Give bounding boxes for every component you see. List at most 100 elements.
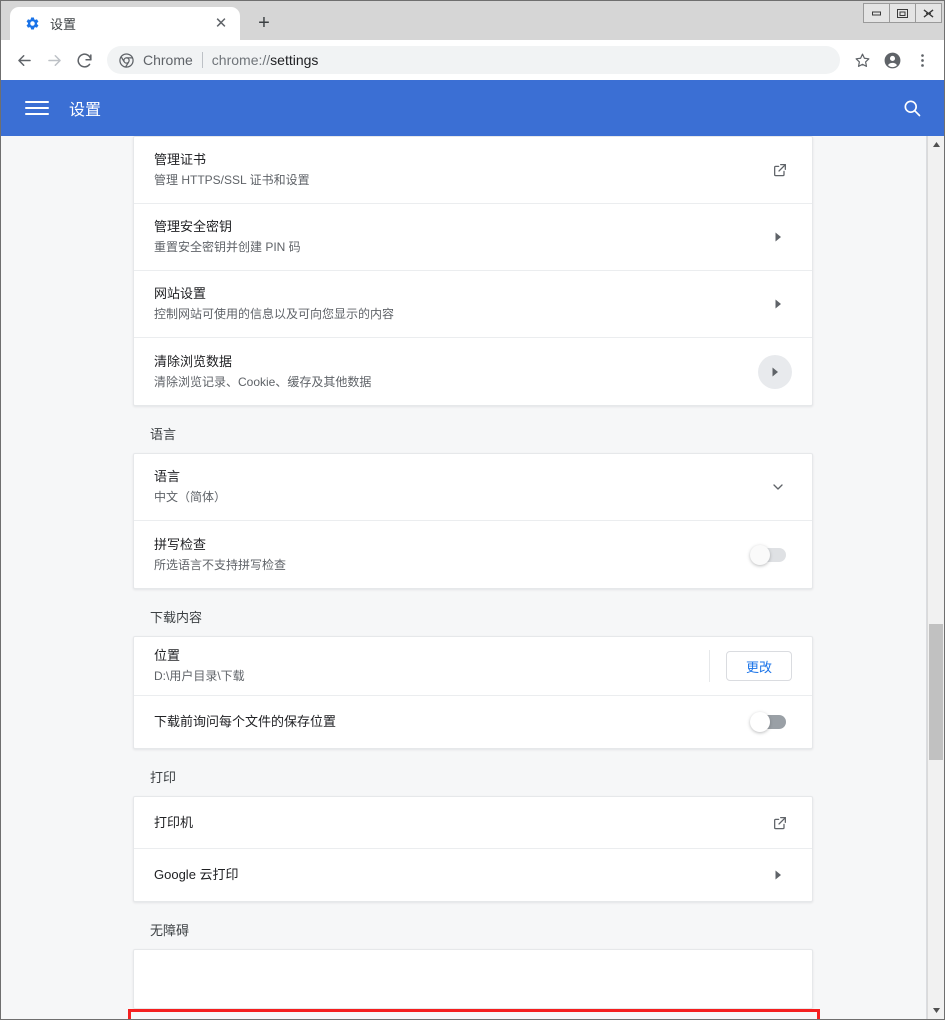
languages-card: 语言 中文（简体） 拼写检查 所选语言不支持拼写检查 [133,453,813,589]
row-action[interactable] [750,712,786,732]
vertical-scrollbar[interactable] [927,136,944,1019]
omnibox-url-path: settings [270,52,319,68]
row-title: 拼写检查 [154,536,207,552]
close-button[interactable] [915,3,942,23]
external-link-icon[interactable] [768,158,792,182]
row-action[interactable] [768,811,792,835]
settings-gear-icon [24,16,40,32]
settings-row-ask-where-to-save[interactable]: 下载前询问每个文件的保存位置 [134,696,812,748]
privacy-card: 管理证书 管理 HTTPS/SSL 证书和设置 管理安全密钥 重置安全密钥并创建… [133,136,813,406]
row-subtitle: 清除浏览记录、Cookie、缓存及其他数据 [154,374,372,389]
settings-row-download-location[interactable]: 位置 D:\用户目录\下载 更改 [134,637,812,696]
ask-where-to-save-toggle[interactable] [750,712,786,732]
chevron-right-icon[interactable] [764,861,792,889]
forward-button[interactable] [39,45,69,75]
chevron-right-icon[interactable] [764,290,792,318]
spellcheck-toggle [750,544,786,565]
omnibox-url: chrome://settings [212,52,319,68]
change-download-location-button[interactable]: 更改 [726,651,792,681]
omnibox-url-scheme: chrome:// [211,52,271,68]
row-title: 打印机 [154,814,194,830]
row-text: 管理证书 管理 HTTPS/SSL 证书和设置 [154,141,754,199]
external-link-icon[interactable] [768,811,792,835]
settings-content-area: 管理证书 管理 HTTPS/SSL 证书和设置 管理安全密钥 重置安全密钥并创建… [1,136,944,1019]
row-action [750,544,786,565]
maximize-button[interactable] [889,3,916,23]
section-heading-downloads: 下载内容 [150,610,203,625]
row-action[interactable] [764,290,792,318]
settings-row-clear-browsing-data[interactable]: 清除浏览数据 清除浏览记录、Cookie、缓存及其他数据 [134,338,812,405]
row-subtitle: D:\用户目录\下载 [154,669,245,683]
row-text: 拼写检查 所选语言不支持拼写检查 [154,526,738,584]
row-title: Google 云打印 [154,867,239,882]
browser-tab-settings[interactable]: 设置 ✕ [10,7,240,40]
browser-window: 设置 ✕ + Chrome chrome://settings 设置 管理证书 … [0,0,945,1020]
row-action[interactable] [764,473,792,501]
search-icon[interactable] [900,96,924,120]
back-button[interactable] [9,45,39,75]
tab-strip: 设置 ✕ + [1,1,944,40]
row-subtitle: 控制网站可使用的信息以及可向您显示的内容 [154,307,395,321]
row-text: Google 云打印 [154,856,750,894]
new-tab-button[interactable]: + [250,9,278,37]
chevron-right-icon[interactable] [764,223,792,251]
reload-button[interactable] [69,45,99,75]
omnibox-separator [201,52,203,68]
settings-row-google-cloud-print[interactable]: Google 云打印 [134,849,812,901]
section-heading-printing: 打印 [150,770,177,785]
omnibox-site-label: Chrome [143,52,193,68]
row-title: 下载前询问每个文件的保存位置 [154,714,337,729]
section-heading-languages: 语言 [150,427,177,442]
row-action[interactable] [764,223,792,251]
profile-avatar-icon[interactable] [878,46,906,74]
row-subtitle: 所选语言不支持拼写检查 [154,557,287,572]
tab-title: 设置 [50,17,77,32]
row-subtitle: 管理 HTTPS/SSL 证书和设置 [154,173,310,187]
scrollbar-thumb[interactable] [929,624,943,761]
row-title: 语言 [154,469,181,484]
scroll-down-arrow-icon[interactable] [928,1002,944,1019]
row-title: 清除浏览数据 [154,353,233,369]
row-text: 下载前询问每个文件的保存位置 [154,703,738,741]
row-text: 打印机 [154,804,754,842]
printing-card: 打印机 Google 云打印 [133,796,813,902]
row-text: 位置 D:\用户目录\下载 [154,637,701,695]
scrollbar-track[interactable] [928,153,944,1002]
row-action[interactable]: 更改 [726,651,792,681]
settings-row-spellcheck[interactable]: 拼写检查 所选语言不支持拼写检查 [134,521,812,588]
downloads-card: 位置 D:\用户目录\下载 更改 下载前询问每个文件的保存位置 [133,636,813,749]
page-title: 设置 [69,102,102,119]
hamburger-menu-icon[interactable] [25,96,49,120]
row-title: 管理安全密钥 [154,219,233,234]
settings-row-language[interactable]: 语言 中文（简体） [134,454,812,521]
chevron-right-icon[interactable] [758,354,792,389]
row-text: 清除浏览数据 清除浏览记录、Cookie、缓存及其他数据 [154,343,744,401]
close-icon[interactable]: ✕ [212,15,230,33]
section-heading-accessibility: 无障碍 [150,923,190,938]
row-subtitle: 重置安全密钥并创建 PIN 码 [154,240,301,254]
browser-toolbar: Chrome chrome://settings [1,40,944,80]
row-divider [709,650,710,682]
row-title: 网站设置 [154,286,207,301]
row-action[interactable] [758,354,792,389]
row-action[interactable] [764,861,792,889]
address-bar[interactable]: Chrome chrome://settings [107,46,840,74]
settings-row-printers[interactable]: 打印机 [134,797,812,849]
row-action[interactable] [768,158,792,182]
bookmark-star-icon[interactable] [848,46,876,74]
chevron-down-icon[interactable] [764,473,792,501]
minimize-button[interactable] [863,3,890,23]
row-text: 语言 中文（简体） [154,458,750,516]
row-subtitle: 中文（简体） [154,490,227,504]
chrome-logo-icon [119,52,134,68]
settings-row-manage-security-keys[interactable]: 管理安全密钥 重置安全密钥并创建 PIN 码 [134,204,812,271]
window-controls [863,3,942,23]
download-location-highlight-box [128,1009,820,1019]
row-title: 位置 [154,648,181,663]
accessibility-card [133,949,813,1009]
browser-menu-icon[interactable] [908,46,936,74]
settings-row-manage-certificates[interactable]: 管理证书 管理 HTTPS/SSL 证书和设置 [134,137,812,204]
settings-row-site-settings[interactable]: 网站设置 控制网站可使用的信息以及可向您显示的内容 [134,271,812,338]
row-title: 管理证书 [154,152,207,167]
scroll-up-arrow-icon[interactable] [928,136,944,153]
